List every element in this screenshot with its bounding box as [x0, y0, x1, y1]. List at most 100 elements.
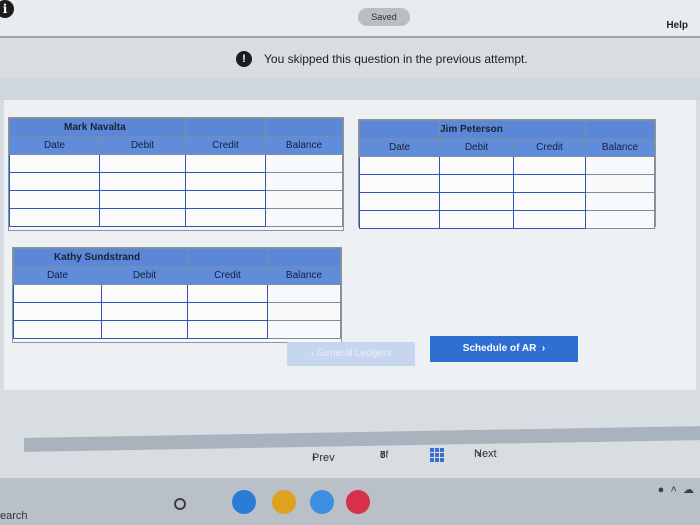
debit-input[interactable] — [439, 156, 514, 175]
balance-cell[interactable] — [267, 302, 341, 321]
col-debit: Debit — [101, 266, 188, 285]
table-row — [13, 302, 341, 321]
horizontal-scrollbar[interactable] — [24, 426, 700, 452]
cortana-icon[interactable] — [174, 498, 186, 510]
general-ledgers-button[interactable]: ‹ General Ledgers — [287, 342, 415, 366]
ledger-mark-navalta: Mark Navalta Date Debit Credit Balance — [8, 117, 344, 231]
date-input[interactable] — [13, 284, 102, 303]
table-row — [13, 284, 341, 303]
date-input[interactable] — [13, 302, 102, 321]
credit-input[interactable] — [513, 174, 586, 193]
date-input[interactable] — [13, 320, 102, 339]
table-row — [9, 172, 343, 191]
debit-input[interactable] — [99, 208, 186, 227]
info-icon[interactable]: i — [0, 0, 14, 18]
col-balance: Balance — [265, 136, 343, 155]
ledger-kathy-sundstrand: Kathy Sundstrand Date Debit Credit Balan… — [12, 247, 342, 343]
balance-cell[interactable] — [267, 284, 341, 303]
debit-input[interactable] — [99, 172, 186, 191]
credit-input[interactable] — [187, 284, 268, 303]
help-link[interactable]: Help — [666, 20, 688, 31]
ledger-name: Kathy Sundstrand — [13, 248, 188, 267]
col-debit: Debit — [439, 138, 514, 157]
credit-input[interactable] — [187, 320, 268, 339]
credit-input[interactable] — [185, 172, 266, 191]
cloud-icon[interactable]: ☁ — [683, 484, 694, 496]
debit-input[interactable] — [101, 284, 188, 303]
credit-input[interactable] — [185, 154, 266, 173]
table-row — [9, 154, 343, 173]
schedule-of-ar-button[interactable]: Schedule of AR › — [430, 336, 578, 362]
date-input[interactable] — [9, 208, 100, 227]
table-row — [13, 320, 341, 339]
header-divider — [0, 36, 700, 38]
credit-input[interactable] — [185, 208, 266, 227]
taskbar-search[interactable]: earch — [0, 510, 28, 522]
prev-label: Prev — [312, 452, 335, 464]
taskbar: earch ● ˄ ☁ — [0, 478, 700, 525]
grid-icon[interactable] — [430, 448, 444, 462]
col-balance: Balance — [267, 266, 341, 285]
date-input[interactable] — [359, 174, 440, 193]
col-credit: Credit — [187, 266, 268, 285]
balance-cell[interactable] — [265, 172, 343, 191]
balance-cell[interactable] — [265, 190, 343, 209]
table-row — [9, 190, 343, 209]
ledger-name: Jim Peterson — [439, 120, 586, 139]
date-input[interactable] — [9, 172, 100, 191]
col-balance: Balance — [585, 138, 655, 157]
col-credit: Credit — [513, 138, 586, 157]
date-input[interactable] — [9, 154, 100, 173]
date-input[interactable] — [359, 156, 440, 175]
total-pages: 7 — [380, 450, 386, 461]
balance-cell[interactable] — [585, 156, 655, 175]
top-bar: i Saved Help — [0, 0, 700, 36]
chevron-right-icon: › — [536, 343, 546, 354]
balance-cell[interactable] — [265, 154, 343, 173]
notice-band — [0, 78, 700, 100]
app-tray-icon[interactable]: ● — [658, 484, 665, 496]
balance-cell[interactable] — [585, 210, 655, 229]
debit-input[interactable] — [99, 154, 186, 173]
credit-input[interactable] — [513, 192, 586, 211]
alert-icon: ! — [236, 51, 252, 67]
table-row — [359, 156, 655, 175]
col-date: Date — [13, 266, 102, 285]
balance-cell[interactable] — [585, 192, 655, 211]
balance-cell[interactable] — [585, 174, 655, 193]
general-ledgers-label: General Ledgers — [316, 348, 392, 359]
table-row — [9, 208, 343, 227]
debit-input[interactable] — [101, 320, 188, 339]
app-icon[interactable] — [346, 490, 370, 514]
ledger-jim-peterson: Jim Peterson Date Debit Credit Balance — [358, 119, 656, 229]
balance-cell[interactable] — [267, 320, 341, 339]
date-input[interactable] — [359, 210, 440, 229]
table-row — [359, 192, 655, 211]
credit-input[interactable] — [513, 210, 586, 229]
ledger-name: Mark Navalta — [9, 118, 186, 137]
ie-icon[interactable] — [310, 490, 334, 514]
chevron-right-icon: › — [474, 448, 481, 460]
credit-input[interactable] — [513, 156, 586, 175]
table-row — [359, 174, 655, 193]
debit-input[interactable] — [439, 192, 514, 211]
debit-input[interactable] — [439, 174, 514, 193]
debit-input[interactable] — [439, 210, 514, 229]
date-input[interactable] — [9, 190, 100, 209]
notice-text: You skipped this question in the previou… — [264, 52, 528, 66]
date-input[interactable] — [359, 192, 440, 211]
col-credit: Credit — [185, 136, 266, 155]
chrome-icon[interactable] — [272, 490, 296, 514]
credit-input[interactable] — [185, 190, 266, 209]
col-date: Date — [9, 136, 100, 155]
table-row — [359, 210, 655, 229]
saved-status-badge: Saved — [358, 8, 410, 26]
col-debit: Debit — [99, 136, 186, 155]
chevron-up-icon[interactable]: ˄ — [667, 484, 680, 496]
debit-input[interactable] — [101, 302, 188, 321]
debit-input[interactable] — [99, 190, 186, 209]
balance-cell[interactable] — [265, 208, 343, 227]
edge-icon[interactable] — [232, 490, 256, 514]
system-tray[interactable]: ● ˄ ☁ — [658, 483, 694, 496]
credit-input[interactable] — [187, 302, 268, 321]
